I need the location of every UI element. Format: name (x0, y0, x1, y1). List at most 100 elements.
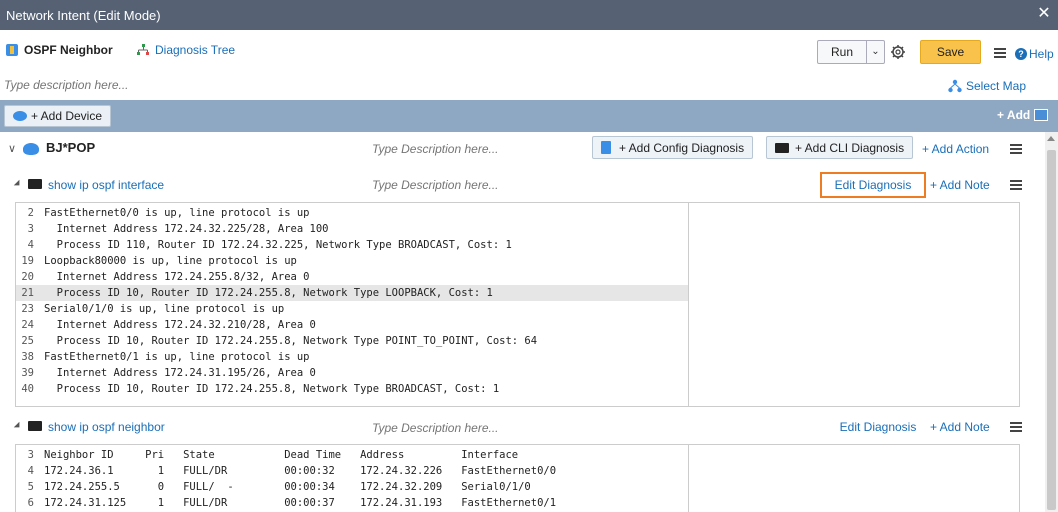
cli-output-line: 20 Internet Address 172.24.255.8/32, Are… (16, 269, 688, 285)
cli-output-lines: 2 FastEthernet0/0 is up, line protocol is… (16, 203, 689, 406)
line-text: Process ID 10, Router ID 172.24.255.8, N… (44, 383, 500, 395)
scrollbar-thumb[interactable] (1047, 150, 1056, 510)
line-text: Internet Address 172.24.255.8/32, Area 0 (44, 271, 310, 283)
cli-output-panel: 3 Neighbor ID Pri State Dead Time Address… (15, 444, 1020, 512)
hamburger-menu-icon[interactable] (994, 48, 1006, 58)
map-icon (948, 79, 962, 93)
line-number: 4 (27, 465, 34, 477)
line-number: 2 (27, 207, 34, 219)
scroll-up-arrow-icon[interactable] (1047, 136, 1055, 141)
section-description-input[interactable] (372, 421, 572, 435)
intent-name-label: OSPF Neighbor (24, 43, 113, 57)
line-number: 20 (21, 271, 34, 283)
add-device-label: + Add Device (30, 109, 103, 123)
line-text: Process ID 10, Router ID 172.24.255.8, N… (44, 335, 538, 347)
section-header-ospf-neighbor: show ip ospf neighbor Edit Diagnosis + A… (0, 414, 1045, 440)
edit-diagnosis-button[interactable]: Edit Diagnosis (820, 172, 926, 198)
line-number: 3 (27, 223, 34, 235)
gear-icon[interactable] (890, 44, 906, 60)
save-button[interactable]: Save (920, 40, 981, 64)
expand-triangle-icon[interactable] (13, 179, 23, 189)
cli-output-line: 24 Internet Address 172.24.32.210/28, Ar… (16, 317, 688, 333)
add-config-diagnosis-button[interactable]: + Add Config Diagnosis (592, 136, 754, 159)
line-number: 21 (21, 287, 34, 299)
line-number: 38 (21, 351, 34, 363)
add-device-button[interactable]: + Add Device (4, 105, 111, 127)
line-text: FastEthernet0/1 is up, line protocol is … (44, 351, 310, 363)
line-text: Process ID 110, Router ID 172.24.32.225,… (44, 239, 512, 251)
cli-output-line: 3 Internet Address 172.24.32.225/28, Are… (16, 221, 688, 237)
cli-output-line: 21 Process ID 10, Router ID 172.24.255.8… (16, 285, 688, 301)
window-title-bar: Network Intent (Edit Mode) ✕ (0, 0, 1058, 30)
line-text: 172.24.31.125 1 FULL/DR 00:00:37 172.24.… (44, 497, 557, 509)
device-bar: + Add Device + Add (0, 100, 1058, 132)
run-dropdown-button[interactable]: ⌄ (867, 40, 885, 64)
cli-output-line: 19 Loopback80000 is up, line protocol is … (16, 253, 688, 269)
cli-output-line: 3 Neighbor ID Pri State Dead Time Address… (16, 447, 688, 463)
line-number: 24 (21, 319, 34, 331)
line-number: 40 (21, 383, 34, 395)
line-number: 5 (27, 481, 34, 493)
cli-terminal-icon (775, 142, 789, 153)
expand-triangle-icon[interactable] (13, 421, 23, 431)
help-icon: ? (1015, 48, 1027, 60)
add-note-link[interactable]: + Add Note (930, 420, 990, 434)
intent-content: ∨ BJ*POP + Add Config Diagnosis + Add CL… (0, 132, 1045, 512)
add-config-diagnosis-label: + Add Config Diagnosis (619, 140, 745, 155)
select-map-link[interactable]: Select Map (948, 79, 1026, 93)
tree-icon (137, 44, 149, 55)
line-text: Neighbor ID Pri State Dead Time Address … (44, 449, 519, 461)
device-header: ∨ BJ*POP + Add Config Diagnosis + Add CL… (0, 132, 1045, 166)
help-link[interactable]: ? Help (1015, 47, 1054, 61)
command-link[interactable]: show ip ospf interface (48, 178, 164, 192)
device-icon (12, 111, 27, 121)
intent-name: OSPF Neighbor (6, 43, 113, 57)
line-text: 172.24.255.5 0 FULL/ - 00:00:34 172.24.3… (44, 481, 531, 493)
cli-output-line: 38 FastEthernet0/1 is up, line protocol i… (16, 349, 688, 365)
line-number: 6 (27, 497, 34, 509)
line-text: Loopback80000 is up, line protocol is up (44, 255, 297, 267)
cli-command-icon (28, 421, 42, 431)
cli-output-line: 4 172.24.36.1 1 FULL/DR 00:00:32 172.24.3… (16, 463, 688, 479)
section-menu-icon[interactable] (1010, 180, 1022, 190)
section-header-ospf-interface: show ip ospf interface Edit Diagnosis + … (0, 172, 1045, 198)
device-name: BJ*POP (46, 140, 96, 155)
add-cli-diagnosis-label: + Add CLI Diagnosis (795, 140, 905, 155)
select-map-label: Select Map (966, 79, 1027, 93)
line-number: 23 (21, 303, 34, 315)
cli-output-line: 5 172.24.255.5 0 FULL/ - 00:00:34 172.24.… (16, 479, 688, 495)
add-cli-diagnosis-button[interactable]: + Add CLI Diagnosis (766, 136, 914, 159)
section-description-input[interactable] (372, 178, 572, 192)
add-label: + Add (997, 108, 1031, 122)
device-description-input[interactable] (372, 142, 572, 156)
run-button[interactable]: Run (817, 40, 867, 64)
cli-output-line: 4 Process ID 110, Router ID 172.24.32.22… (16, 237, 688, 253)
section-menu-icon[interactable] (1010, 422, 1022, 432)
command-link[interactable]: show ip ospf neighbor (48, 420, 165, 434)
diagnosis-tree-link[interactable]: Diagnosis Tree (137, 43, 235, 57)
line-number: 25 (21, 335, 34, 347)
collapse-chevron-icon[interactable]: ∨ (8, 142, 16, 155)
cli-output-lines: 3 Neighbor ID Pri State Dead Time Address… (16, 445, 689, 512)
cli-output-line: 23 Serial0/1/0 is up, line protocol is up (16, 301, 688, 317)
edit-diagnosis-button[interactable]: Edit Diagnosis (838, 414, 918, 440)
cli-output-line: 6 172.24.31.125 1 FULL/DR 00:00:37 172.24… (16, 495, 688, 511)
line-text: FastEthernet0/0 is up, line protocol is … (44, 207, 310, 219)
add-button[interactable]: + Add (997, 108, 1049, 122)
vertical-scrollbar[interactable] (1045, 132, 1058, 512)
line-number: 4 (27, 239, 34, 251)
cli-command-icon (28, 179, 42, 189)
line-number: 39 (21, 367, 34, 379)
diagnosis-tree-label: Diagnosis Tree (155, 43, 236, 57)
close-icon[interactable]: ✕ (1036, 6, 1052, 22)
add-action-link[interactable]: + Add Action (922, 142, 989, 156)
intent-description-input[interactable] (4, 78, 404, 92)
line-text: Internet Address 172.24.31.195/26, Area … (44, 367, 316, 379)
add-panel-icon (1034, 109, 1049, 121)
device-menu-icon[interactable] (1010, 144, 1022, 154)
window-title: Network Intent (Edit Mode) (6, 7, 161, 23)
description-row: Select Map (0, 72, 1058, 100)
line-number: 3 (27, 449, 34, 461)
intent-toolbar: OSPF Neighbor Diagnosis Tree Run ⌄ Save … (0, 30, 1058, 72)
add-note-link[interactable]: + Add Note (930, 178, 990, 192)
